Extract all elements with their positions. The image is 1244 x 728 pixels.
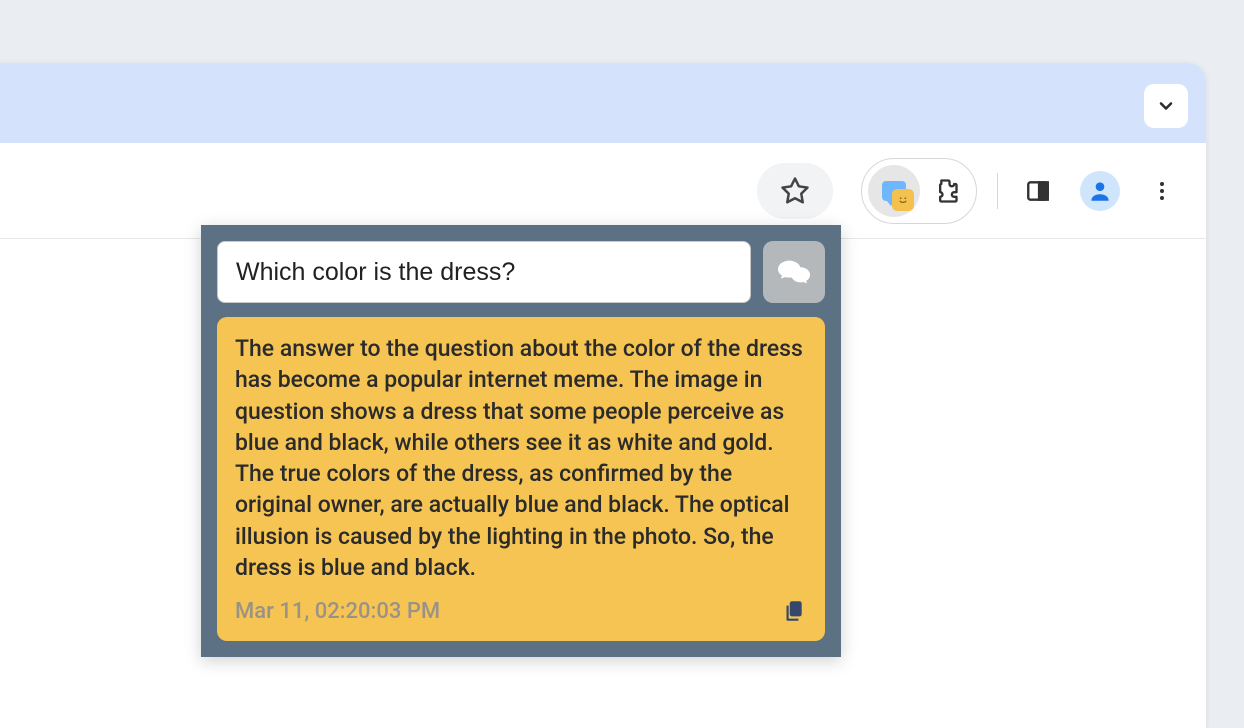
extensions-pill	[861, 158, 977, 224]
browser-menu-button[interactable]	[1148, 177, 1176, 205]
collapse-tabs-button[interactable]	[1144, 84, 1188, 128]
person-icon	[1087, 178, 1113, 204]
profile-avatar-button[interactable]	[1080, 171, 1120, 211]
smile-extension-icon	[892, 189, 914, 211]
extensions-button[interactable]	[932, 177, 960, 205]
answer-footer: Mar 11, 02:20:03 PM	[235, 597, 807, 625]
popup-header	[217, 241, 825, 303]
copy-icon	[780, 598, 806, 624]
answer-timestamp: Mar 11, 02:20:03 PM	[235, 599, 440, 624]
bookmark-button[interactable]	[779, 175, 811, 207]
copy-button[interactable]	[779, 597, 807, 625]
chevron-down-icon	[1156, 96, 1176, 116]
active-extension-button[interactable]	[868, 165, 920, 217]
dots-vertical-icon	[1150, 179, 1174, 203]
address-bar-actions	[757, 163, 833, 219]
chat-bubbles-icon	[777, 257, 811, 287]
answer-text: The answer to the question about the col…	[235, 333, 807, 583]
answer-card: The answer to the question about the col…	[217, 317, 825, 641]
puzzle-icon	[932, 177, 960, 205]
toolbar-divider	[997, 173, 998, 209]
tab-bar	[0, 63, 1206, 143]
side-panel-button[interactable]	[1024, 177, 1052, 205]
side-panel-icon	[1025, 178, 1051, 204]
send-button[interactable]	[763, 241, 825, 303]
extension-popup: The answer to the question about the col…	[201, 225, 841, 657]
star-icon	[780, 176, 810, 206]
question-input[interactable]	[217, 241, 751, 303]
